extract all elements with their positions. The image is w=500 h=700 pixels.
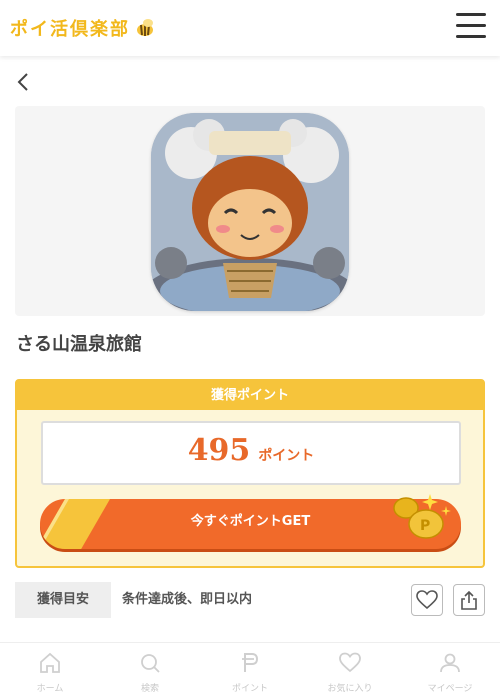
share-button[interactable] <box>453 584 485 616</box>
svg-text:P: P <box>420 518 430 534</box>
nav-item-favorites[interactable]: お気に入り <box>300 643 400 700</box>
heart-icon <box>339 652 361 673</box>
point-p-icon <box>242 653 259 672</box>
nav-label-mypage: マイページ <box>427 684 473 694</box>
logo-text: ポイ活倶楽部 <box>10 19 130 40</box>
app-title: さる山温泉旅館 <box>16 334 142 355</box>
chevron-left-icon[interactable] <box>14 70 34 94</box>
heart-icon <box>416 590 438 610</box>
points-display: 495 ポイント <box>41 421 461 485</box>
nav-label-home: ホーム <box>36 684 64 694</box>
guide-tag: 獲得目安 <box>15 582 111 618</box>
bee-icon <box>137 19 153 36</box>
nav-item-home[interactable]: ホーム <box>0 643 100 700</box>
share-icon <box>461 590 477 610</box>
home-icon <box>40 652 60 673</box>
app-header: ポイ活倶楽部 <box>0 0 500 56</box>
hamburger-menu-icon[interactable] <box>456 13 488 41</box>
nav-item-mypage[interactable]: マイページ <box>400 643 500 700</box>
nav-label-favorites: お気に入り <box>327 684 373 694</box>
points-unit: ポイント <box>258 448 315 464</box>
site-logo[interactable]: ポイ活倶楽部 <box>10 16 156 40</box>
nav-label-points: ポイント <box>231 684 268 694</box>
guide-text: 条件達成後、即日以内 <box>122 592 253 607</box>
search-icon <box>141 654 160 673</box>
user-icon <box>440 653 460 673</box>
coins-icon: P <box>393 494 451 539</box>
nav-label-search: 検索 <box>140 684 159 694</box>
points-heading: 獲得ポイント <box>17 381 483 410</box>
nav-item-search[interactable]: 検索 <box>100 643 200 700</box>
bottom-nav: ホーム 検索 ポイント お気に入り マイページ <box>0 642 500 700</box>
favorite-button[interactable] <box>411 584 443 616</box>
monkey-onsen-app-icon <box>151 113 349 311</box>
points-value: 495 <box>187 433 251 468</box>
app-hero <box>15 106 485 316</box>
nav-item-points[interactable]: ポイント <box>200 643 300 700</box>
